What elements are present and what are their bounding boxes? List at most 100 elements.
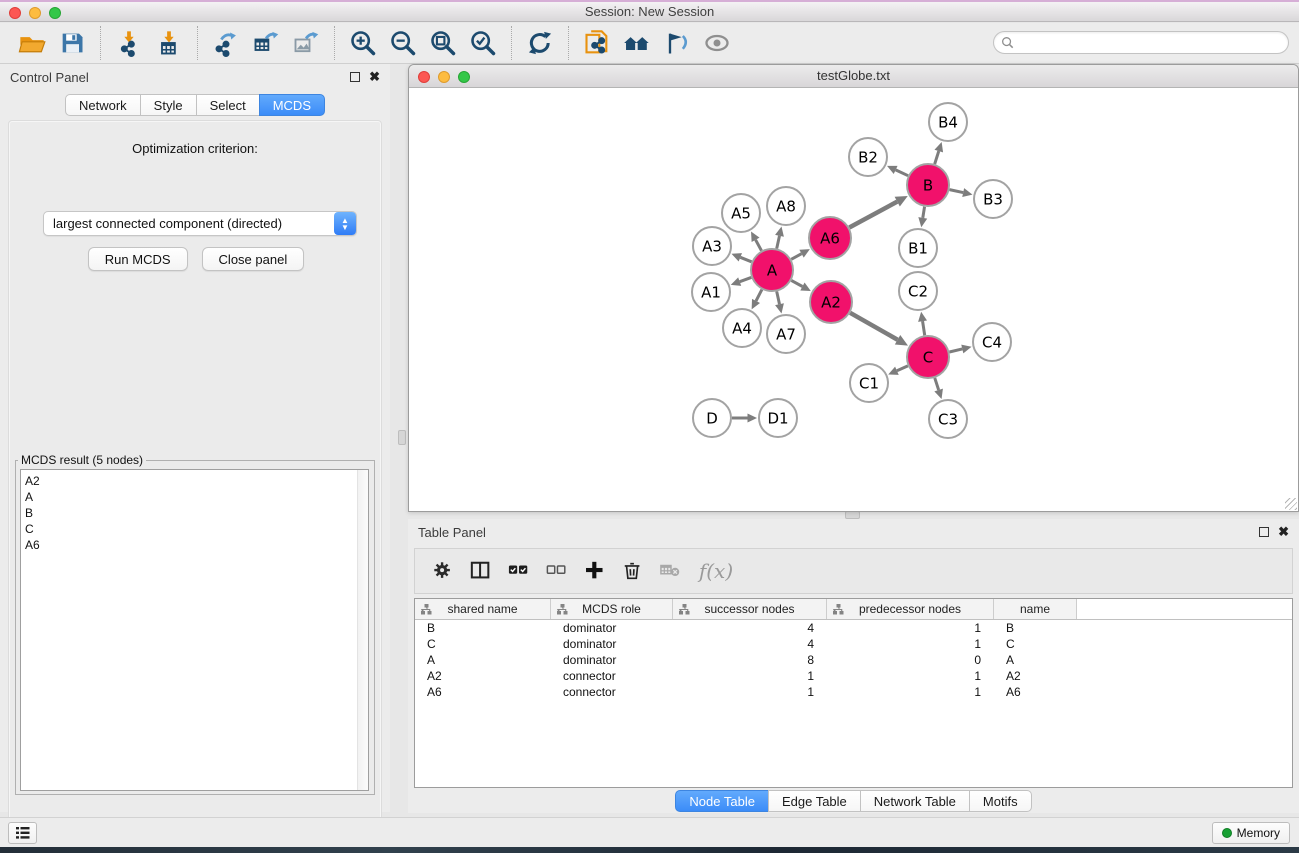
mcds-result-list[interactable]: A2ABCA6 bbox=[20, 469, 369, 791]
column-header-successor-nodes[interactable]: successor nodes bbox=[673, 599, 827, 619]
select-all-checkboxes-button[interactable] bbox=[503, 554, 535, 588]
edge-A-A7[interactable] bbox=[777, 291, 780, 304]
tab-mcds[interactable]: MCDS bbox=[259, 94, 325, 116]
tab-edge-table[interactable]: Edge Table bbox=[768, 790, 861, 812]
delete-column-button[interactable] bbox=[617, 554, 649, 588]
memory-button[interactable]: Memory bbox=[1212, 822, 1290, 844]
zoom-in-button[interactable] bbox=[343, 25, 383, 61]
edge-C-C3[interactable] bbox=[935, 378, 939, 390]
float-table-panel-icon[interactable] bbox=[1259, 527, 1269, 537]
result-list-item[interactable]: A bbox=[25, 489, 368, 505]
function-builder-icon: f(x) bbox=[699, 559, 733, 583]
edge-C-C1[interactable] bbox=[897, 366, 908, 371]
task-history-button[interactable] bbox=[8, 822, 37, 844]
column-header-predecessor-nodes[interactable]: predecessor nodes bbox=[827, 599, 994, 619]
result-list-item[interactable]: B bbox=[25, 505, 368, 521]
search-box[interactable] bbox=[993, 31, 1289, 54]
close-panel-icon[interactable]: ✖ bbox=[369, 72, 380, 82]
show-columns-button[interactable] bbox=[465, 554, 497, 588]
export-table-button[interactable] bbox=[246, 25, 286, 61]
minimize-window-button[interactable] bbox=[29, 7, 41, 19]
column-header-MCDS-role[interactable]: MCDS role bbox=[551, 599, 673, 619]
network-graph[interactable]: B4B2BB3A8A5A6A3B1AA1C2A2A4A7C4CC1C3DD1 bbox=[409, 88, 1298, 511]
clone-network-icon bbox=[583, 29, 611, 57]
edge-A-A5[interactable] bbox=[756, 240, 762, 251]
network-zoom-button[interactable] bbox=[458, 71, 470, 83]
horizontal-splitter-handle[interactable] bbox=[845, 511, 860, 519]
float-panel-icon[interactable] bbox=[350, 72, 360, 82]
show-panels-eye-button[interactable] bbox=[697, 25, 737, 61]
save-session-button[interactable] bbox=[52, 25, 92, 61]
window-resize-grip[interactable] bbox=[1285, 498, 1297, 510]
table-row[interactable]: Bdominator41B bbox=[415, 620, 1292, 636]
table-row[interactable]: Cdominator41C bbox=[415, 636, 1292, 652]
deselect-all-checkboxes-button[interactable] bbox=[541, 554, 573, 588]
edge-A-A6[interactable] bbox=[791, 254, 801, 260]
tab-style[interactable]: Style bbox=[140, 94, 197, 116]
open-session-button[interactable] bbox=[12, 25, 52, 61]
result-list-item[interactable]: A6 bbox=[25, 537, 368, 553]
network-window-titlebar[interactable]: testGlobe.txt bbox=[409, 65, 1298, 88]
edge-A-A4[interactable] bbox=[756, 290, 762, 301]
zoom-out-button[interactable] bbox=[383, 25, 423, 61]
column-header-name[interactable]: name bbox=[994, 599, 1077, 619]
edge-A6-B[interactable] bbox=[849, 202, 897, 228]
table-row[interactable]: Adominator80A bbox=[415, 652, 1292, 668]
table-cell: A6 bbox=[994, 685, 1077, 699]
clone-network-button[interactable] bbox=[577, 25, 617, 61]
zoom-selected-button[interactable] bbox=[463, 25, 503, 61]
tab-network-table[interactable]: Network Table bbox=[860, 790, 970, 812]
table-cell: A bbox=[994, 653, 1077, 667]
vertical-splitter-handle[interactable] bbox=[398, 430, 406, 445]
tab-select[interactable]: Select bbox=[196, 94, 260, 116]
column-header-label: predecessor nodes bbox=[859, 602, 961, 616]
node-table[interactable]: shared nameMCDS rolesuccessor nodes prede… bbox=[414, 598, 1293, 788]
refresh-button[interactable] bbox=[520, 25, 560, 61]
close-panel-button[interactable]: Close panel bbox=[202, 247, 305, 271]
import-network-button[interactable] bbox=[109, 25, 149, 61]
zoom-window-button[interactable] bbox=[49, 7, 61, 19]
table-row[interactable]: A2connector11A2 bbox=[415, 668, 1292, 684]
result-list-item[interactable]: C bbox=[25, 521, 368, 537]
edge-B-B2[interactable] bbox=[896, 170, 908, 176]
export-table-icon bbox=[252, 29, 280, 57]
edge-A-A3[interactable] bbox=[740, 257, 751, 262]
edge-A2-C[interactable] bbox=[850, 313, 897, 340]
edge-B-B4[interactable] bbox=[935, 151, 939, 164]
column-header-shared-name[interactable]: shared name bbox=[415, 599, 551, 619]
tab-node-table[interactable]: Node Table bbox=[675, 790, 769, 812]
result-list-scrollbar[interactable] bbox=[357, 470, 368, 790]
edge-A-A1[interactable] bbox=[740, 277, 752, 281]
table-row[interactable]: A6connector11A6 bbox=[415, 684, 1292, 700]
edge-A-A2[interactable] bbox=[791, 280, 802, 286]
run-mcds-button[interactable]: Run MCDS bbox=[88, 247, 188, 271]
edge-C-C4[interactable] bbox=[949, 349, 962, 352]
edge-B-B3[interactable] bbox=[950, 190, 964, 193]
settings-gear-button[interactable] bbox=[427, 554, 459, 588]
import-table-button[interactable] bbox=[149, 25, 189, 61]
toggle-birdseye-button[interactable] bbox=[657, 25, 697, 61]
close-window-button[interactable] bbox=[9, 7, 21, 19]
node-label-C1: C1 bbox=[859, 374, 879, 392]
criterion-dropdown[interactable]: largest connected component (directed) ▲… bbox=[43, 211, 357, 236]
result-list-item[interactable]: A2 bbox=[25, 473, 368, 489]
search-input[interactable] bbox=[1014, 34, 1288, 52]
zoom-fit-button[interactable] bbox=[423, 25, 463, 61]
memory-status-icon bbox=[1222, 828, 1232, 838]
edge-C-C2[interactable] bbox=[923, 321, 925, 335]
tab-network[interactable]: Network bbox=[65, 94, 141, 116]
session-title: Session: New Session bbox=[0, 2, 1299, 21]
network-close-button[interactable] bbox=[418, 71, 430, 83]
export-network-button[interactable] bbox=[206, 25, 246, 61]
close-table-panel-icon[interactable]: ✖ bbox=[1278, 527, 1289, 537]
table-cell: A2 bbox=[994, 669, 1077, 683]
add-column-icon bbox=[584, 560, 606, 582]
home-button[interactable] bbox=[617, 25, 657, 61]
network-canvas[interactable]: B4B2BB3A8A5A6A3B1AA1C2A2A4A7C4CC1C3DD1 bbox=[409, 88, 1298, 511]
export-image-button[interactable] bbox=[286, 25, 326, 61]
edge-A-A8[interactable] bbox=[777, 236, 780, 249]
network-minimize-button[interactable] bbox=[438, 71, 450, 83]
tab-motifs[interactable]: Motifs bbox=[969, 790, 1032, 812]
add-column-button[interactable] bbox=[579, 554, 611, 588]
edge-B-B1[interactable] bbox=[923, 207, 925, 218]
